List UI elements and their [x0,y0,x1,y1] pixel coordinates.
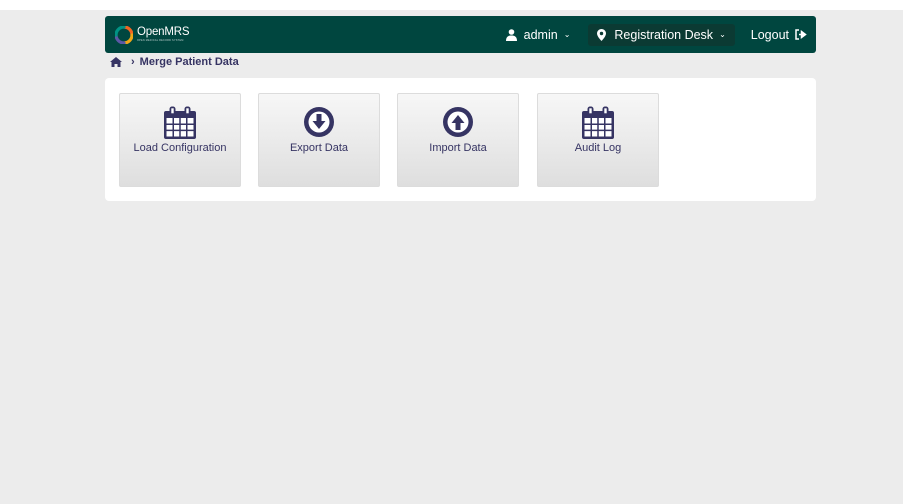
tile-label: Load Configuration [133,142,227,154]
tile-label: Audit Log [574,142,622,154]
location-name: Registration Desk [614,27,714,42]
location-menu[interactable]: Registration Desk ⌄ [588,23,735,46]
apps-panel: Load Configuration Export Data Import Da… [105,78,816,201]
chevron-down-icon: ⌄ [563,30,571,39]
load-configuration-tile[interactable]: Load Configuration [119,93,241,187]
audit-log-tile[interactable]: Audit Log [537,93,659,187]
user-menu[interactable]: admin ⌄ [505,27,571,42]
user-name: admin [523,27,558,42]
brand-name: OpenMRS [137,26,190,38]
chevron-down-icon: ⌄ [719,30,726,39]
openmrs-logo-icon [115,25,133,44]
openmrs-logo[interactable]: OpenMRS OPEN MEDICAL RECORD SYSTEM [115,25,190,44]
user-icon [505,28,517,41]
sign-out-icon [795,29,807,40]
export-data-tile[interactable]: Export Data [258,93,380,187]
arrow-circle-down-icon [304,107,334,137]
calendar-icon [164,106,196,139]
breadcrumb-current: Merge Patient Data [139,56,239,68]
map-marker-icon [597,28,607,41]
calendar-icon [582,106,614,139]
logout-label: Logout [750,27,789,42]
arrow-circle-up-icon [443,107,473,137]
browser-top-strip [0,0,903,10]
import-data-tile[interactable]: Import Data [397,93,519,187]
tile-label: Export Data [289,142,349,154]
top-navigation-bar: OpenMRS OPEN MEDICAL RECORD SYSTEM admin… [105,16,816,53]
tile-label: Import Data [429,142,487,154]
logout-button[interactable]: Logout [751,28,807,42]
home-icon[interactable] [110,57,122,67]
breadcrumb-separator: › [131,56,135,68]
breadcrumb: › Merge Patient Data [110,54,239,70]
brand-tagline: OPEN MEDICAL RECORD SYSTEM [137,38,184,42]
